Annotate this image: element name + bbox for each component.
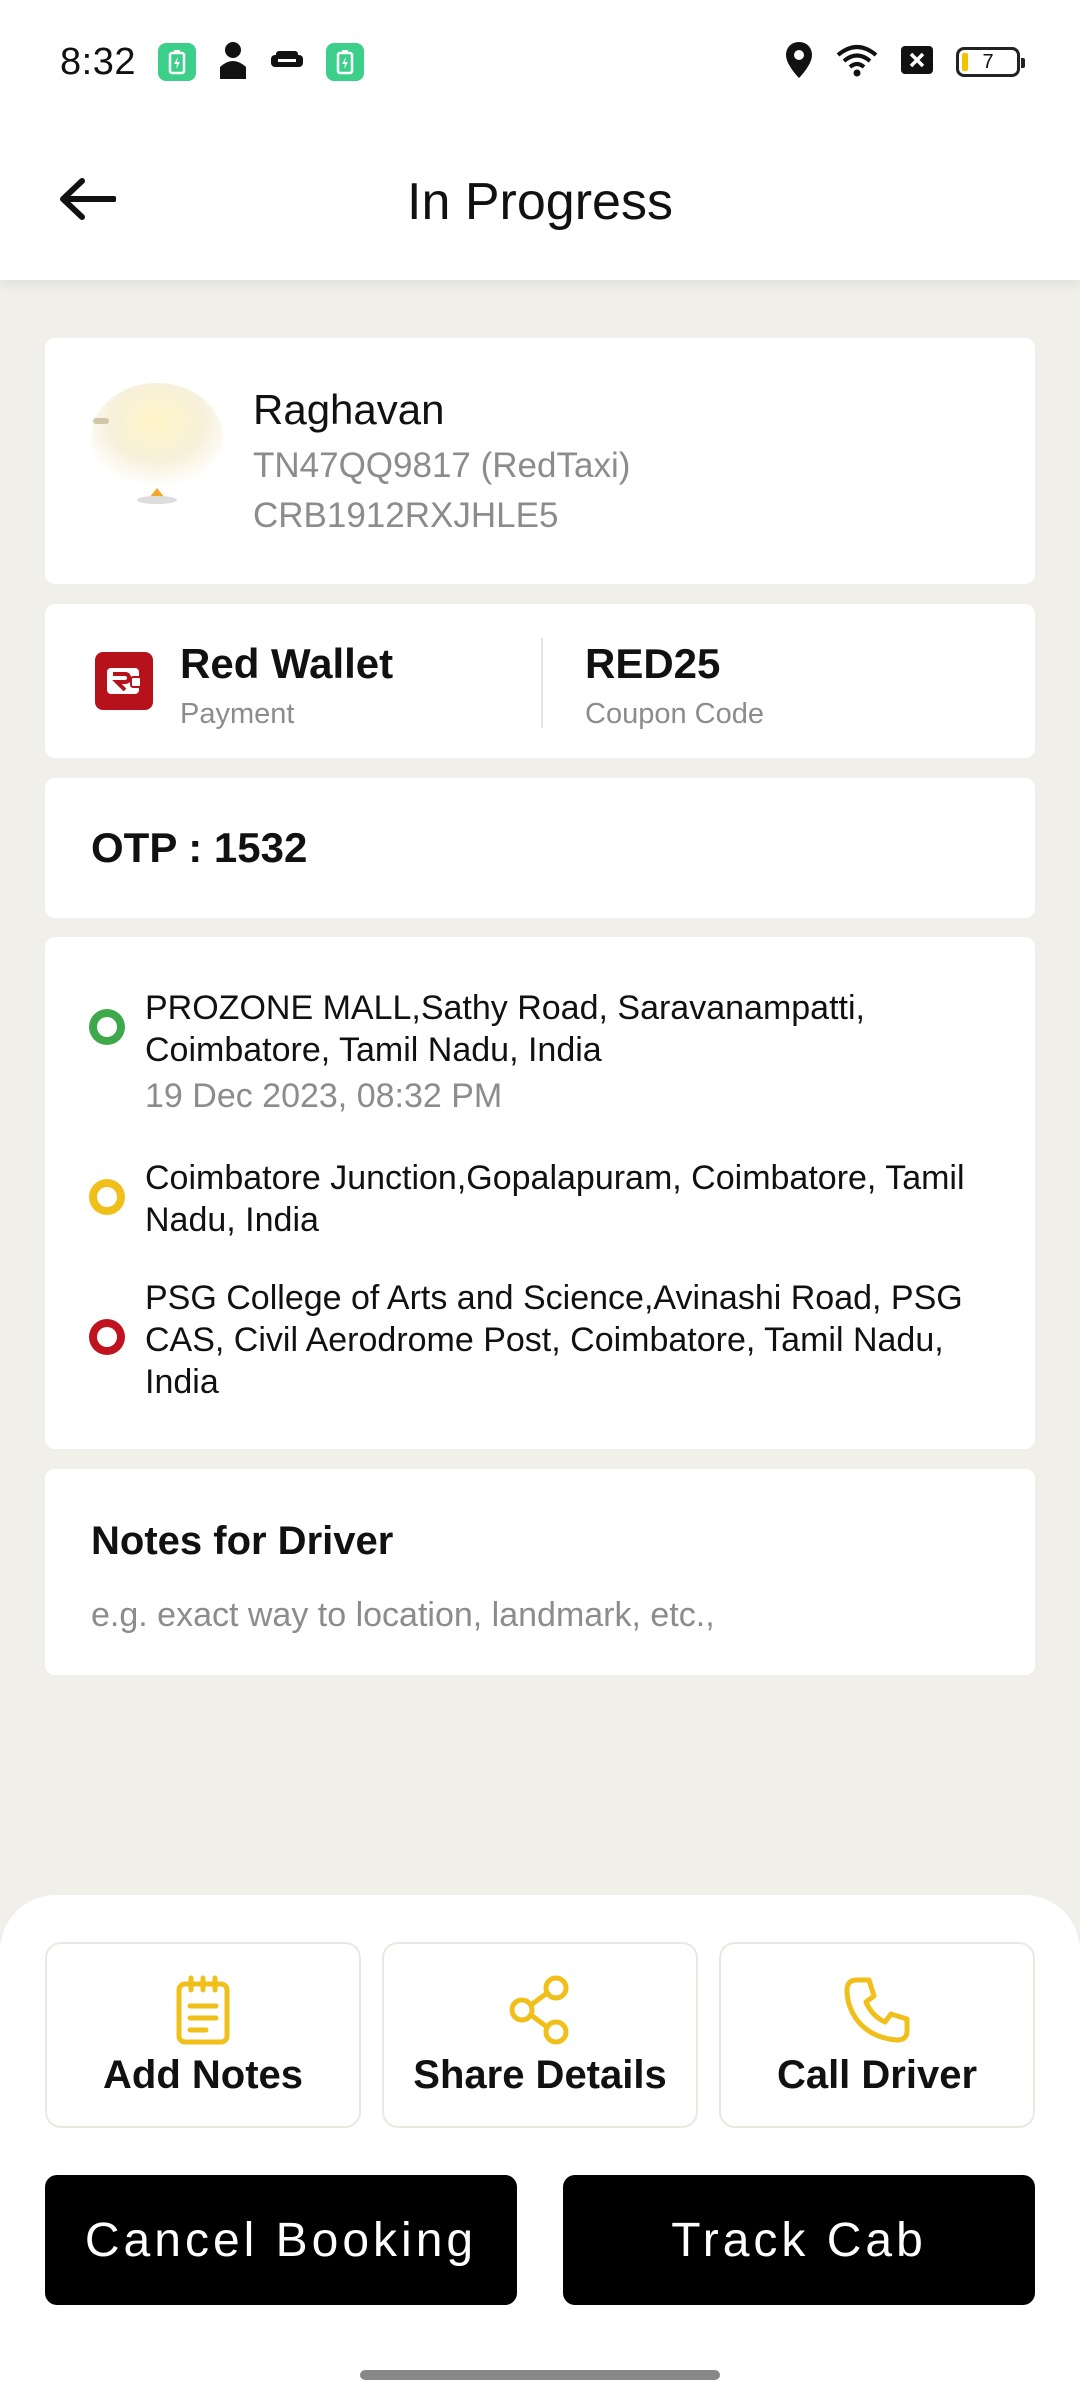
share-details-button[interactable]: Share Details (382, 1942, 698, 2128)
share-icon (509, 1975, 569, 2045)
call-driver-label: Call Driver (776, 2053, 978, 2097)
battery-level: 7 (982, 50, 994, 73)
red-wallet-icon (95, 652, 153, 710)
drop-dot-icon (89, 1319, 125, 1355)
location-icon (784, 41, 814, 84)
route-card: PROZONE MALL,Sathy Road, Saravanampatti,… (45, 937, 1035, 1449)
status-left: 8:32 (60, 41, 364, 84)
page-title: In Progress (407, 173, 673, 231)
battery-fill (962, 53, 968, 71)
payment-card: Red Wallet Payment RED25 Coupon Code (45, 604, 1035, 758)
waypoint-address: Coimbatore Junction,Gopalapuram, Coimbat… (145, 1159, 965, 1239)
battery-saver-icon (325, 43, 364, 81)
status-bar: 8:32 7 (0, 0, 1080, 124)
phone-icon (844, 1977, 910, 2043)
notes-card: Notes for Driver (45, 1469, 1035, 1675)
driver-name: Raghavan (253, 386, 445, 433)
notepad-icon (176, 1975, 230, 2045)
pickup-time: 19 Dec 2023, 08:32 PM (145, 1077, 503, 1115)
person-icon (218, 41, 248, 84)
add-notes-button[interactable]: Add Notes (45, 1942, 361, 2128)
back-button[interactable] (52, 164, 122, 234)
otp-text: OTP : 1532 (91, 824, 308, 871)
payment-method: Red Wallet (180, 640, 394, 687)
track-cab-button[interactable]: Track Cab (563, 2175, 1035, 2305)
drop-address: PSG College of Arts and Science,Avinashi… (145, 1279, 963, 1401)
status-right: 7 (784, 41, 1025, 84)
battery-saver-icon (157, 43, 196, 81)
add-notes-label: Add Notes (103, 2053, 303, 2097)
pickup-address: PROZONE MALL,Sathy Road, Saravanampatti,… (145, 989, 865, 1069)
notes-input[interactable] (91, 1587, 991, 1643)
coupon-label: Coupon Code (585, 698, 764, 730)
booking-id: CRB1912RXJHLE5 (253, 496, 559, 535)
cancel-booking-button[interactable]: Cancel Booking (45, 2175, 517, 2305)
pickup-dot-icon (89, 1009, 125, 1045)
notes-title: Notes for Driver (91, 1519, 394, 1563)
driver-card: Raghavan TN47QQ9817 (RedTaxi) CRB1912RXJ… (45, 338, 1035, 584)
share-details-label: Share Details (413, 2053, 667, 2097)
waypoint-dot-icon (89, 1179, 125, 1215)
arrow-left-icon (60, 178, 116, 220)
no-sim-icon (900, 45, 934, 80)
app-bar: In Progress (0, 124, 1080, 280)
divider (541, 638, 543, 728)
battery-icon: 7 (956, 47, 1025, 77)
driver-vehicle: TN47QQ9817 (RedTaxi) (253, 446, 631, 485)
car-icon (270, 50, 304, 75)
status-time: 8:32 (60, 40, 136, 83)
call-driver-button[interactable]: Call Driver (719, 1942, 1035, 2128)
home-indicator[interactable] (360, 2370, 720, 2380)
driver-avatar (89, 378, 229, 518)
wifi-icon (836, 43, 878, 82)
coupon-code: RED25 (585, 640, 721, 687)
otp-card: OTP : 1532 (45, 778, 1035, 918)
payment-label: Payment (180, 698, 295, 730)
